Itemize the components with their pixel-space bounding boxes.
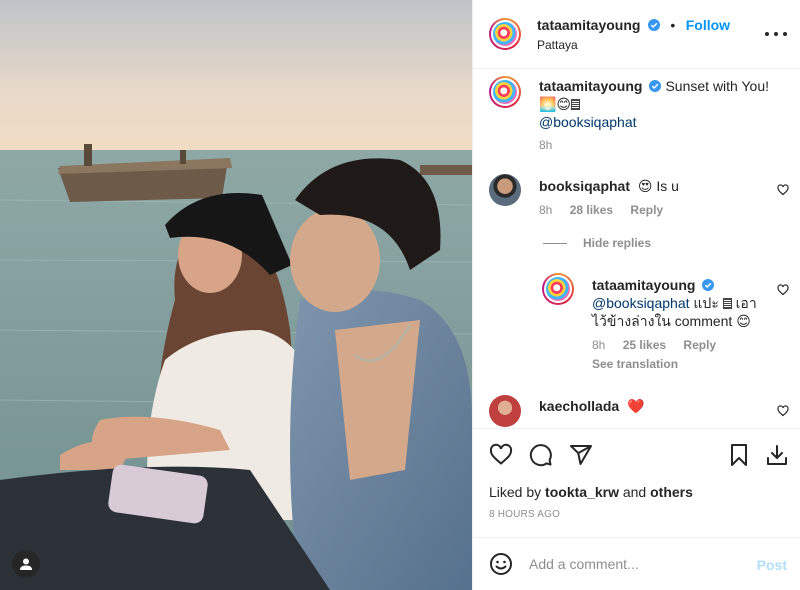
liked-by-others[interactable]: others [650,484,693,500]
bookmark-icon[interactable] [727,443,751,467]
box-emoji-glyph [722,298,732,309]
comments-list[interactable]: tataamitayoung Sunset with You! 🌅😊 @books… [473,70,800,428]
comment-likes[interactable]: 28 likes [570,203,613,217]
comment-avatar[interactable] [489,174,521,206]
comment-like-heart-icon[interactable] [777,184,789,196]
reply-like-heart-icon[interactable] [777,284,789,296]
verified-badge-icon [647,19,660,31]
caption: tataamitayoung Sunset with You! 🌅😊 @books… [539,77,785,152]
reply-mention[interactable]: @booksiqaphat [592,295,690,311]
post-comment-button[interactable]: Post [757,557,787,573]
reply-item: tataamitayoung @booksiqaphat แปะ เอาไว้ข… [592,276,761,371]
verified-badge-icon [702,279,715,291]
more-options-icon[interactable] [765,24,787,44]
comment-username[interactable]: kaechollada [539,398,619,414]
follow-button[interactable]: Follow [686,17,730,33]
verified-badge-icon [649,80,662,92]
box-emoji-glyph [571,99,581,110]
see-translation-button[interactable]: See translation [592,357,761,371]
comment-time[interactable]: 8h [539,203,552,217]
reply-time[interactable]: 8h [592,338,605,352]
post-side-panel: tataamitayoung • Follow Pattaya tataamit… [472,0,800,590]
user-tag-icon [20,558,32,570]
caption-avatar[interactable] [489,76,521,108]
comment-input[interactable] [529,552,739,576]
author-avatar[interactable] [489,18,521,50]
reply-text-a: แปะ [693,295,719,311]
comment-text: 😍 Is u [637,178,679,194]
author-username[interactable]: tataamitayoung [537,17,640,33]
post-location[interactable]: Pattaya [537,38,578,52]
caption-text: Sunset with You! [665,78,769,94]
caption-username[interactable]: tataamitayoung [539,78,642,94]
heart-icon[interactable] [489,443,513,467]
caption-time[interactable]: 8h [539,138,552,152]
separator-dot: • [670,17,676,33]
liked-by-user[interactable]: tookta_krw [545,484,619,500]
liked-by: Liked by tookta_krw and others [489,484,693,500]
add-comment-bar: Post [473,537,800,590]
photo-image [0,0,472,590]
comment-text: ❤️ [627,398,645,414]
liked-by-and: and [622,484,647,500]
download-icon[interactable] [765,443,789,467]
reply-avatar[interactable] [542,273,574,305]
post-timestamp[interactable]: 8 HOURS AGO [489,509,560,520]
caption-mention[interactable]: @booksiqaphat [539,114,637,130]
comment-item: booksiqaphat 😍 Is u 8h 28 likes Reply [539,177,785,217]
paper-plane-icon[interactable] [569,443,593,467]
post-actions: Liked by tookta_krw and others 8 HOURS A… [473,428,800,536]
comment-item: kaechollada ❤️ [539,397,785,415]
comment-like-heart-icon[interactable] [777,405,789,417]
hide-replies-button[interactable]: Hide replies [543,236,651,250]
user-tag-button[interactable] [12,550,40,578]
reply-likes[interactable]: 25 likes [623,338,666,352]
reply-reply-button[interactable]: Reply [683,338,716,352]
reply-username[interactable]: tataamitayoung [592,277,695,293]
post-photo[interactable] [0,0,472,590]
comment-reply-button[interactable]: Reply [630,203,663,217]
caption-emoji-line: 🌅😊 [539,96,572,112]
comment-username[interactable]: booksiqaphat [539,178,630,194]
liked-by-prefix: Liked by [489,484,542,500]
comment-bubble-icon[interactable] [529,443,553,467]
comment-avatar[interactable] [489,395,521,427]
post-header: tataamitayoung • Follow Pattaya [473,0,800,69]
emoji-smile-icon[interactable] [489,552,513,576]
